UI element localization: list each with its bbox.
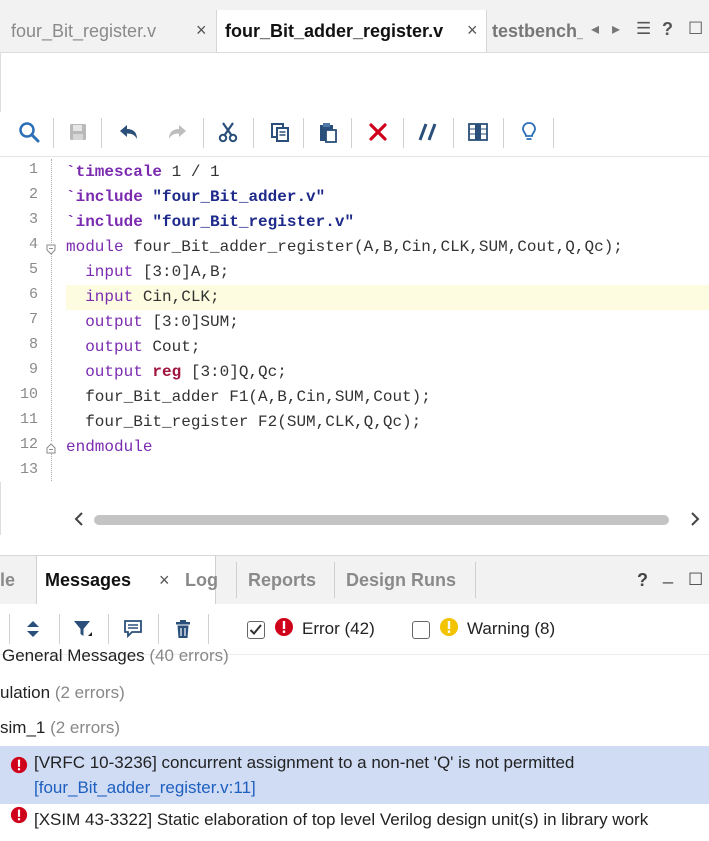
message-source-link[interactable]: [four_Bit_adder_register.v:11] — [34, 778, 256, 798]
code-line: `include "four_Bit_adder.v" — [66, 188, 326, 206]
tab-console-partial[interactable]: le — [0, 556, 15, 604]
horizontal-scrollbar[interactable] — [66, 509, 709, 531]
line-number: 9 — [28, 361, 38, 378]
fold-collapse-icon[interactable] — [46, 242, 56, 255]
code-line: output reg [3:0]Q,Qc; — [85, 363, 287, 381]
code-line: input Cin,CLK; — [85, 288, 220, 306]
message-text: [VRFC 10-3236] concurrent assignment to … — [34, 753, 575, 772]
code-line: four_Bit_register F2(SUM,CLK,Q,Qc); — [66, 413, 422, 431]
warning-filter-label: Warning (8) — [467, 619, 556, 638]
line-number-gutter: 1 2 3 4 5 6 7 8 9 10 11 12 13 — [0, 157, 66, 482]
tab-menu-icon[interactable]: ☰ — [636, 19, 651, 39]
search-icon[interactable] — [14, 112, 44, 152]
fold-end-icon[interactable] — [46, 441, 56, 454]
line-number: 2 — [28, 186, 38, 203]
comment-icon[interactable] — [413, 112, 443, 152]
scroll-tabs-left-icon[interactable]: ◂ — [591, 19, 599, 39]
error-filter-label: Error (42) — [302, 619, 375, 638]
line-number: 8 — [28, 336, 38, 353]
messages-toolbar: Error (42) Warning (8) — [0, 604, 709, 655]
line-number: 3 — [28, 211, 38, 228]
line-number: 10 — [19, 386, 38, 403]
tree-node-label: ulation — [0, 683, 51, 702]
line-number: 6 — [28, 286, 38, 303]
close-icon[interactable]: × — [467, 20, 478, 41]
editor-tab-strip: four_Bit_register.v × four_Bit_adder_reg… — [0, 0, 709, 53]
line-number: 11 — [19, 411, 38, 428]
line-number: 7 — [28, 311, 38, 328]
tree-node-label: sim_1 — [0, 718, 46, 737]
tree-node-count: (2 errors) — [50, 718, 120, 737]
tree-node-label: General Messages — [2, 649, 145, 665]
error-icon — [10, 806, 28, 829]
scroll-tabs-right-icon[interactable]: ▸ — [612, 19, 620, 39]
tree-node-sim-1[interactable]: sim_1 (2 errors) — [0, 718, 120, 738]
tree-node-count: (40 errors) — [149, 649, 229, 665]
code-line: four_Bit_adder F1(A,B,Cin,SUM,Cout); — [66, 388, 431, 406]
tree-node-simulation[interactable]: ulation (2 errors) — [0, 683, 125, 703]
close-icon[interactable]: × — [196, 20, 207, 41]
code-line: endmodule — [66, 438, 153, 456]
trash-icon[interactable] — [166, 612, 200, 646]
maximize-icon[interactable]: ☐ — [688, 556, 703, 604]
copy-icon[interactable] — [265, 112, 295, 152]
save-icon[interactable] — [63, 112, 93, 152]
minimize-icon[interactable]: _ — [663, 550, 673, 598]
message-comment-icon[interactable] — [116, 612, 150, 646]
tree-node-count: (2 errors) — [54, 683, 125, 702]
delete-icon[interactable] — [363, 112, 393, 152]
tab-reports[interactable]: Reports — [248, 556, 316, 604]
code-line: input [3:0]A,B; — [85, 263, 230, 281]
tab-four-bit-adder-register[interactable]: four_Bit_adder_register.v × — [216, 10, 487, 52]
help-icon[interactable]: ? — [637, 556, 648, 604]
code-line: output Cout; — [85, 338, 201, 356]
warning-filter-checkbox[interactable] — [412, 621, 430, 639]
paste-icon[interactable] — [313, 112, 343, 152]
tab-label: Messages — [45, 569, 132, 590]
tree-node-general-messages[interactable]: General Messages (40 errors) — [2, 649, 229, 667]
line-number: 12 — [19, 436, 38, 453]
scroll-left-icon[interactable] — [74, 511, 84, 532]
line-number: 5 — [28, 261, 38, 278]
code-area[interactable]: `timescale 1 / 1 `include "four_Bit_adde… — [66, 157, 709, 482]
tab-design-runs[interactable]: Design Runs — [346, 556, 456, 604]
tab-label: testbench_ — [492, 20, 583, 41]
panel-tab-strip: le Messages × Log Reports Design Runs ? … — [0, 555, 709, 605]
code-line: output [3:0]SUM; — [85, 313, 239, 331]
help-icon[interactable]: ? — [662, 19, 673, 40]
error-icon — [10, 756, 28, 779]
line-number: 1 — [28, 161, 38, 178]
scroll-right-icon[interactable] — [690, 511, 700, 532]
tab-log[interactable]: Log — [185, 556, 218, 604]
warning-icon — [439, 617, 459, 642]
tab-label: four_Bit_adder_register.v — [225, 20, 444, 41]
maximize-icon[interactable]: ☐ — [688, 19, 703, 39]
editor-toolbar — [0, 112, 709, 157]
hint-bulb-icon[interactable] — [514, 112, 544, 152]
message-text: [XSIM 43-3322] Static elaboration of top… — [34, 810, 649, 829]
cut-icon[interactable] — [213, 112, 243, 152]
code-line: `timescale 1 / 1 — [66, 163, 220, 181]
error-icon — [274, 617, 294, 642]
undo-icon[interactable] — [113, 112, 143, 152]
line-number: 4 — [28, 236, 38, 253]
tab-label: four_Bit_register.v — [11, 20, 157, 41]
tab-testbench[interactable]: testbench_ — [488, 10, 583, 52]
code-line: module four_Bit_adder_register(A,B,Cin,C… — [66, 238, 623, 256]
column-select-icon[interactable] — [463, 112, 493, 152]
scroll-thumb[interactable] — [94, 515, 669, 525]
line-number: 13 — [19, 461, 38, 478]
tab-four-bit-register[interactable]: four_Bit_register.v × — [0, 10, 215, 52]
filter-icon[interactable] — [66, 612, 100, 646]
error-filter-checkbox[interactable] — [247, 621, 265, 639]
expand-collapse-icon[interactable] — [16, 612, 50, 646]
close-icon[interactable]: × — [159, 570, 170, 591]
redo-icon[interactable] — [163, 112, 193, 152]
code-line: `include "four_Bit_register.v" — [66, 213, 355, 231]
